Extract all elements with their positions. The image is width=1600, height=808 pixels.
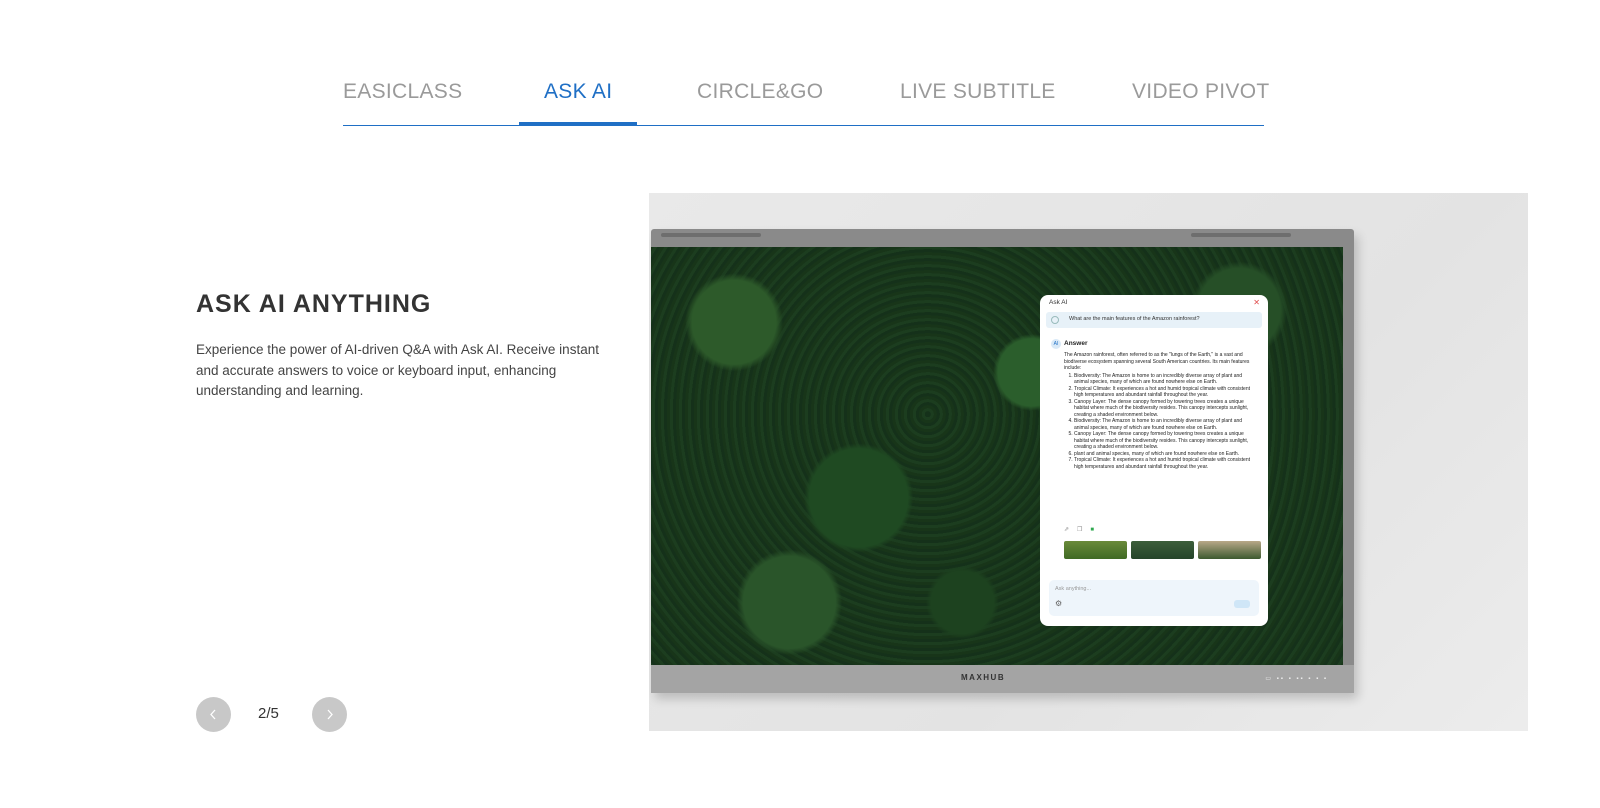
answer-actions: ⇗❐■ [1064, 526, 1102, 533]
question-icon [1051, 316, 1059, 324]
answer-item: Tropical Climate: It experiences a hot a… [1074, 457, 1258, 470]
answer-list: Biodiversity: The Amazon is home to an i… [1064, 373, 1258, 471]
product-image: Ask AI ✕ What are the main features of t… [649, 193, 1528, 731]
answer-item: Tropical Climate: It experiences a hot a… [1074, 386, 1258, 399]
ask-ai-window: Ask AI ✕ What are the main features of t… [1040, 295, 1268, 626]
answer-image-thumbnail[interactable] [1131, 541, 1194, 559]
tab-easiclass[interactable]: EASICLASS [343, 80, 462, 104]
ask-input-placeholder: Ask anything... [1055, 586, 1092, 592]
send-button[interactable] [1234, 600, 1250, 608]
gear-icon[interactable]: ⚙ [1055, 599, 1062, 608]
answer-item: Canopy Layer: The dense canopy formed by… [1074, 399, 1258, 419]
answer-item: Canopy Layer: The dense canopy formed by… [1074, 431, 1258, 451]
question-text: What are the main features of the Amazon… [1069, 316, 1200, 322]
feature-title: ASK AI ANYTHING [196, 290, 432, 318]
chevron-right-icon [327, 709, 333, 720]
answer-image-thumbnail[interactable] [1064, 541, 1127, 559]
tab-live-subtitle[interactable]: LIVE SUBTITLE [900, 80, 1056, 104]
tab-circle-go[interactable]: CIRCLE&GO [697, 80, 823, 104]
close-icon[interactable]: ✕ [1253, 298, 1260, 307]
previous-slide-button[interactable] [196, 697, 231, 732]
answer-item: Biodiversity: The Amazon is home to an i… [1074, 418, 1258, 431]
ai-avatar-icon: AI [1051, 339, 1061, 349]
feature-tabs: EASICLASS ASK AI CIRCLE&GO LIVE SUBTITLE… [343, 74, 1269, 126]
tab-ask-ai[interactable]: ASK AI [544, 80, 612, 104]
display-bezel-bottom: MAXHUB ▭ ▪▪ ▪ ▪▪ ▪ ▪ ▪ [651, 665, 1354, 693]
ask-input-box[interactable]: Ask anything... ⚙ [1049, 580, 1259, 616]
answer-item: Biodiversity: The Amazon is home to an i… [1074, 373, 1258, 386]
answer-intro: The Amazon rainforest, often referred to… [1064, 352, 1250, 371]
feature-description: Experience the power of AI-driven Q&A wi… [196, 342, 599, 398]
chevron-left-icon [210, 709, 216, 720]
front-ports: ▭ ▪▪ ▪ ▪▪ ▪ ▪ ▪ [1265, 676, 1328, 682]
ask-ai-window-title: Ask AI [1049, 299, 1068, 306]
speaker-grille [1191, 233, 1291, 237]
speaker-grille [661, 233, 761, 237]
insert-icon[interactable]: ■ [1090, 527, 1102, 533]
share-icon[interactable]: ⇗ [1064, 527, 1077, 533]
answer-body: The Amazon rainforest, often referred to… [1064, 352, 1258, 470]
answer-label: Answer [1064, 340, 1088, 347]
next-slide-button[interactable] [312, 697, 347, 732]
display-screen: Ask AI ✕ What are the main features of t… [651, 247, 1343, 665]
brand-logo: MAXHUB [961, 673, 1006, 682]
active-tab-indicator [519, 122, 637, 126]
answer-image-thumbnail[interactable] [1198, 541, 1261, 559]
tab-video-pivot[interactable]: VIDEO PIVOT [1132, 80, 1270, 104]
slide-counter: 2/5 [258, 705, 279, 722]
copy-icon[interactable]: ❐ [1077, 527, 1090, 533]
question-bar: What are the main features of the Amazon… [1046, 312, 1262, 328]
interactive-display: Ask AI ✕ What are the main features of t… [651, 229, 1354, 693]
